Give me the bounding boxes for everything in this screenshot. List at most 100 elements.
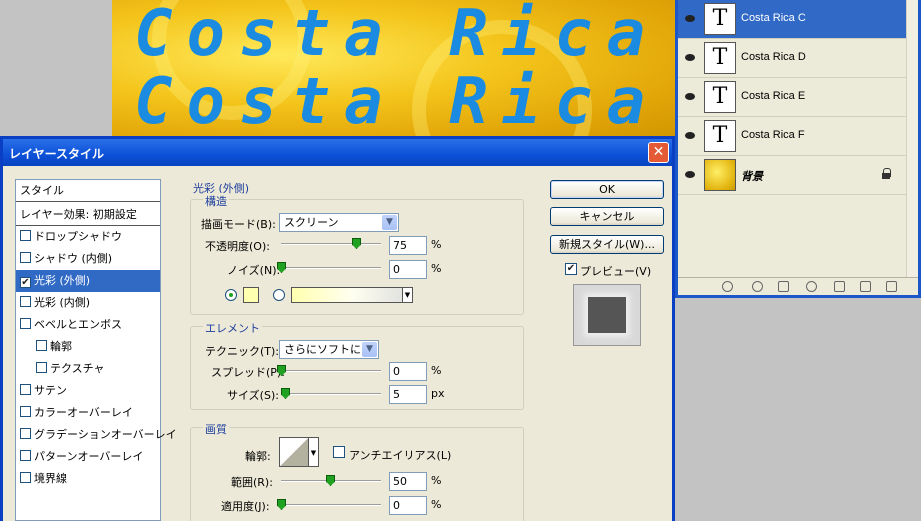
eye-icon[interactable] [683,52,697,64]
mask-icon[interactable] [778,281,789,292]
dialog-titlebar[interactable]: レイヤースタイル ✕ [3,139,672,166]
layer-row[interactable]: T Costa Rica D [678,39,906,78]
new-style-button[interactable]: 新規スタイル(W)... [550,235,664,254]
size-input[interactable]: 5 [389,385,427,404]
style-list-item-label: サテン [34,384,67,397]
style-list-item-label: 光彩 (内側) [34,296,91,309]
cancel-button[interactable]: キャンセル [550,207,664,226]
spread-slider[interactable] [277,365,381,376]
layer-row[interactable]: 背景 [678,156,906,195]
style-list-item[interactable]: グラデーションオーバーレイ [16,424,177,446]
checkbox[interactable] [20,318,31,329]
noise-input[interactable]: 0 [389,260,427,279]
checkbox[interactable] [20,428,31,439]
chevron-down-icon[interactable]: ▼ [309,437,319,467]
style-list-item-label: 境界線 [34,472,67,485]
checkbox[interactable] [36,340,47,351]
layer-name: Costa Rica D [741,51,806,63]
checkbox[interactable] [20,472,31,483]
eye-icon[interactable] [683,13,697,25]
range-input[interactable]: 50 [389,472,427,491]
layers-panel: T Costa Rica C T Costa Rica D T Costa Ri… [675,0,921,298]
new-layer-icon[interactable] [860,281,871,292]
layer-row[interactable]: T Costa Rica E [678,78,906,117]
trash-icon[interactable] [886,281,897,292]
folder-icon[interactable] [834,281,845,292]
gradient-radio[interactable] [273,289,285,301]
style-list-item[interactable]: ✔ 光彩 (外側) [16,270,160,292]
checkbox[interactable] [20,450,31,461]
jitter-slider[interactable] [277,499,381,510]
layers-scrollbar[interactable] [906,0,918,278]
link-icon[interactable] [722,281,733,292]
layer-row[interactable]: T Costa Rica F [678,117,906,156]
layer-row[interactable]: T Costa Rica C [678,0,906,39]
style-list-item[interactable]: サテン [16,380,160,402]
checkbox[interactable] [36,362,47,373]
style-list-item[interactable]: レイヤー効果: 初期設定 [16,204,160,226]
preview-swatch [588,297,626,333]
color-radio[interactable] [225,289,237,301]
opacity-slider[interactable] [281,238,381,249]
close-button[interactable]: ✕ [648,142,669,163]
checkbox[interactable] [20,230,31,241]
style-list-item[interactable]: シャドウ (内側) [16,248,160,270]
document-canvas[interactable]: Costa Rica C Costa Rica D [112,0,675,138]
group-title: エレメント [203,320,262,336]
technique-value: さらにソフトに [284,343,361,356]
eye-icon[interactable] [683,91,697,103]
fx-icon[interactable] [752,281,763,292]
style-list-item[interactable]: テクスチャ [16,358,160,380]
size-slider[interactable] [281,388,381,399]
checkbox[interactable] [20,406,31,417]
group-title: 画質 [203,421,229,437]
style-list-item[interactable]: ベベルとエンボス [16,314,160,336]
layer-thumbnail [704,159,736,191]
style-list: スタイル レイヤー効果: 初期設定 ドロップシャドウ シャドウ (内側) ✔ 光彩… [15,179,177,521]
checkbox[interactable] [20,296,31,307]
checkbox[interactable] [20,252,31,263]
ok-button[interactable]: OK [550,180,664,199]
radio-dot [229,293,233,297]
checkbox[interactable] [20,384,31,395]
style-list-item[interactable]: ドロップシャドウ [16,226,160,248]
jitter-input[interactable]: 0 [389,496,427,515]
slider-track [281,393,381,395]
adjustment-icon[interactable] [806,281,817,292]
quality-group: 画質 輪郭: ▼ アンチエイリアス(L) 範囲(R): 50 % 適用度(J):… [190,421,524,521]
blend-mode-select[interactable]: スクリーン ▼ [279,213,399,232]
style-list-item[interactable]: カラーオーバーレイ [16,402,160,424]
spread-input[interactable]: 0 [389,362,427,381]
gradient-picker[interactable]: ▼ [291,287,413,303]
slider-thumb[interactable] [326,475,335,486]
antialias-checkbox[interactable] [333,446,345,458]
preview-checkbox[interactable]: ✔ [565,263,577,275]
slider-thumb[interactable] [281,388,290,399]
style-list-header[interactable]: スタイル [16,180,160,202]
style-list-item[interactable]: 輪郭 [16,336,160,358]
size-unit: px [431,387,445,400]
style-list-item[interactable]: パターンオーバーレイ [16,446,160,468]
style-list-item[interactable]: 境界線 [16,468,160,490]
layer-name: Costa Rica C [741,12,806,24]
layer-name: 背景 [741,171,763,183]
noise-slider[interactable] [277,262,381,273]
style-list-item-label: テクスチャ [50,362,105,375]
spread-unit: % [431,364,442,377]
style-list-item[interactable]: 光彩 (内側) [16,292,160,314]
canvas-text-line: Costa Rica D [134,65,675,138]
glow-color-swatch[interactable] [243,287,259,303]
range-slider[interactable] [281,475,381,486]
slider-thumb[interactable] [277,499,286,510]
technique-select[interactable]: さらにソフトに ▼ [279,340,379,359]
checkbox-checked[interactable]: ✔ [20,277,31,288]
contour-picker[interactable] [279,437,309,467]
opacity-input[interactable]: 75 [389,236,427,255]
preview-label: プレビュー(V) [580,265,652,278]
lock-icon [881,168,891,180]
eye-icon[interactable] [683,169,697,181]
size-label: サイズ(S): [227,389,279,402]
slider-thumb[interactable] [352,238,361,249]
eye-icon[interactable] [683,130,697,142]
style-list-item-label: カラーオーバーレイ [34,406,133,419]
